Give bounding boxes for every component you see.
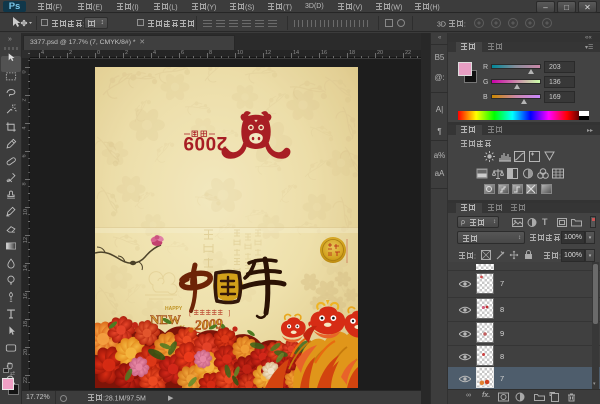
svg-text:]: ] [228, 309, 230, 317]
svg-text:2009: 2009 [183, 132, 227, 153]
